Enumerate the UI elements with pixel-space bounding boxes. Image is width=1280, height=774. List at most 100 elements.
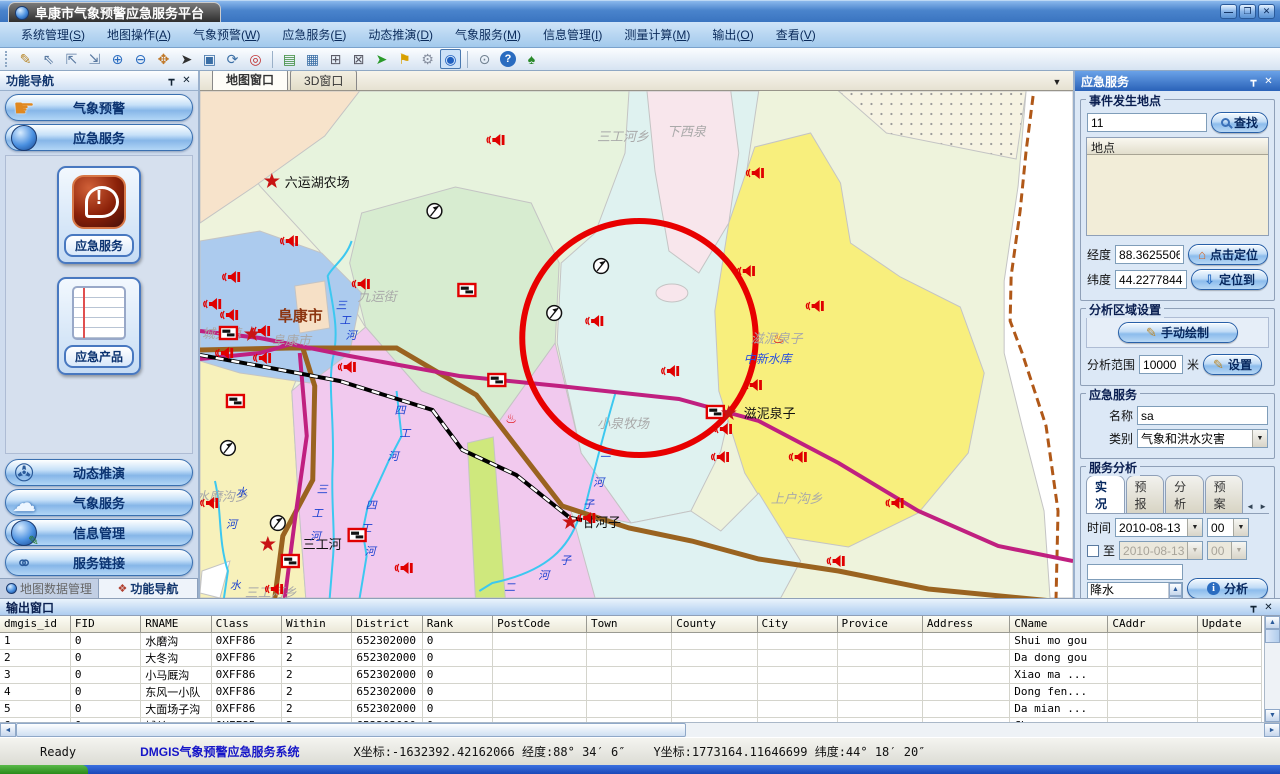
export-image-icon[interactable]: ▦ <box>302 49 323 69</box>
zoom-out-icon[interactable]: ⊖ <box>130 49 151 69</box>
location-list-body[interactable] <box>1087 155 1268 235</box>
nav-group-dynamic-deduction[interactable]: 动态推演 <box>5 459 193 486</box>
flag-marker[interactable] <box>488 374 505 386</box>
flag-marker[interactable] <box>707 406 724 418</box>
station-marker[interactable] <box>270 516 285 531</box>
close-button[interactable]: ✕ <box>1258 4 1275 19</box>
scroll-left-icon[interactable]: ◄ <box>0 723 16 737</box>
menu-item[interactable]: 系统管理(S) <box>10 22 96 47</box>
minimize-button[interactable]: — <box>1220 4 1237 19</box>
measure-icon[interactable]: ✎ <box>15 49 36 69</box>
date-to-select[interactable]: 2010-08-13 ▼ <box>1119 541 1203 560</box>
search-button[interactable]: 查找 <box>1211 112 1268 133</box>
settings-icon[interactable]: ⚙ <box>417 49 438 69</box>
hour-select[interactable]: 00 ▼ <box>1207 518 1249 537</box>
chevron-down-icon[interactable]: ▼ <box>1187 519 1202 536</box>
globe-tool-icon[interactable]: ◉ <box>440 49 461 69</box>
table-row[interactable]: 10水磨沟0XFF8626523020000Shui mo gou <box>0 632 1262 649</box>
output-horizontal-scrollbar[interactable]: ◄ ► <box>0 722 1280 737</box>
locate-to-button[interactable]: ⇩ 定位到 <box>1191 269 1268 290</box>
close-icon[interactable]: ✕ <box>1261 600 1276 614</box>
pin-icon[interactable]: ┳ <box>1246 600 1261 614</box>
column-header[interactable]: City <box>757 616 837 632</box>
nav-group-service-links[interactable]: 服务链接 <box>5 549 193 576</box>
column-header[interactable]: FID <box>70 616 140 632</box>
menu-item[interactable]: 动态推演(D) <box>357 22 444 47</box>
column-header[interactable]: dmgis_id <box>0 616 70 632</box>
pick-feature-icon[interactable]: ➤ <box>371 49 392 69</box>
service-name-input[interactable] <box>1137 406 1268 425</box>
latitude-input[interactable] <box>1115 270 1187 289</box>
pin-icon[interactable]: ┳ <box>1246 74 1261 88</box>
column-header[interactable]: CAddr <box>1108 616 1198 632</box>
scroll-left-icon[interactable]: ◄ <box>1244 500 1256 513</box>
location-list[interactable]: 地点 <box>1086 137 1269 236</box>
scroll-up-icon[interactable]: ▲ <box>1265 616 1280 629</box>
sidebar-tab-function-navigation[interactable]: ❖功能导航 <box>99 579 198 598</box>
scroll-up-icon[interactable]: ▲ <box>1169 583 1182 596</box>
menu-item[interactable]: 信息管理(I) <box>532 22 613 47</box>
to-checkbox[interactable] <box>1087 545 1099 557</box>
menu-item[interactable]: 气象服务(M) <box>444 22 532 47</box>
nav-group-emergency-service[interactable]: 应急服务 <box>5 124 193 151</box>
legend-icon[interactable]: ♠ <box>521 49 542 69</box>
column-header[interactable]: PostCode <box>493 616 587 632</box>
select-arrow-icon[interactable]: ⇖ <box>38 49 59 69</box>
nav-group-weather-service[interactable]: 气象服务 <box>5 489 193 516</box>
full-extent-icon[interactable]: ▣ <box>199 49 220 69</box>
place-marker-icon[interactable]: ⚑ <box>394 49 415 69</box>
pan-icon[interactable]: ✥ <box>153 49 174 69</box>
column-header[interactable]: County <box>672 616 757 632</box>
element-selected-box[interactable] <box>1087 564 1183 580</box>
scroll-thumb[interactable] <box>1169 596 1182 598</box>
manual-draw-button[interactable]: ✎ 手动绘制 <box>1118 322 1238 343</box>
deselect-icon[interactable]: ⇲ <box>84 49 105 69</box>
menu-item[interactable]: 气象预警(W) <box>182 22 271 47</box>
column-header[interactable]: Class <box>211 616 281 632</box>
column-header[interactable]: Within <box>282 616 352 632</box>
column-header[interactable]: District <box>352 616 422 632</box>
element-list-item[interactable]: 降水 <box>1088 583 1168 598</box>
emergency-service-button[interactable]: 应急服务 <box>57 166 141 264</box>
close-icon[interactable]: ✕ <box>179 74 194 88</box>
table-row[interactable]: 50大面场子沟0XFF8626523020000Da mian ... <box>0 700 1262 717</box>
column-header[interactable]: Town <box>586 616 671 632</box>
output-vertical-scrollbar[interactable]: ▲ ▼ <box>1264 616 1280 722</box>
station-marker[interactable] <box>547 306 562 321</box>
flag-marker[interactable] <box>349 529 366 541</box>
emergency-product-button[interactable]: 应急产品 <box>57 277 141 375</box>
start-button-edge[interactable] <box>0 765 88 774</box>
column-header[interactable]: Address <box>922 616 1009 632</box>
layers-icon[interactable]: ▤ <box>279 49 300 69</box>
nav-group-info-management[interactable]: 信息管理 <box>5 519 193 546</box>
zoom-in-icon[interactable]: ⊕ <box>107 49 128 69</box>
maximize-button[interactable]: ❐ <box>1239 4 1256 19</box>
location-search-input[interactable] <box>1087 113 1207 132</box>
column-header[interactable]: Update <box>1197 616 1261 632</box>
scroll-down-icon[interactable]: ▼ <box>1265 709 1280 722</box>
station-marker[interactable] <box>221 441 236 456</box>
menu-item[interactable]: 查看(V) <box>765 22 827 47</box>
sidebar-tab-map-data-management[interactable]: 地图数据管理 <box>0 579 99 598</box>
flag-marker[interactable] <box>282 555 299 567</box>
map-window-tab[interactable]: 地图窗口 <box>212 71 288 90</box>
table-row[interactable]: 30小马厩沟0XFF8626523020000Xiao ma ... <box>0 666 1262 683</box>
click-locate-button[interactable]: ⌂ 点击定位 <box>1188 244 1268 265</box>
scroll-thumb[interactable] <box>1265 629 1280 643</box>
nav-group-weather-warning[interactable]: 气象预警 <box>5 94 193 121</box>
chevron-down-icon[interactable]: ▼ <box>1252 430 1267 447</box>
column-header[interactable]: Provice <box>837 616 922 632</box>
refresh-icon[interactable]: ⟳ <box>222 49 243 69</box>
close-icon[interactable]: ✕ <box>1261 74 1276 88</box>
print-icon[interactable]: ⊞ <box>325 49 346 69</box>
select-rect-icon[interactable]: ⇱ <box>61 49 82 69</box>
column-header[interactable]: RNAME <box>141 616 211 632</box>
table-row[interactable]: 20大冬沟0XFF8626523020000Da dong gou <box>0 649 1262 666</box>
pointer-icon[interactable]: ➤ <box>176 49 197 69</box>
column-header[interactable]: Rank <box>422 616 492 632</box>
flag-marker[interactable] <box>220 327 237 339</box>
analysis-tab[interactable]: 预报 <box>1126 475 1165 513</box>
date-select[interactable]: 2010-08-13 ▼ <box>1115 518 1203 537</box>
station-marker[interactable] <box>594 259 609 274</box>
range-input[interactable] <box>1139 355 1183 374</box>
